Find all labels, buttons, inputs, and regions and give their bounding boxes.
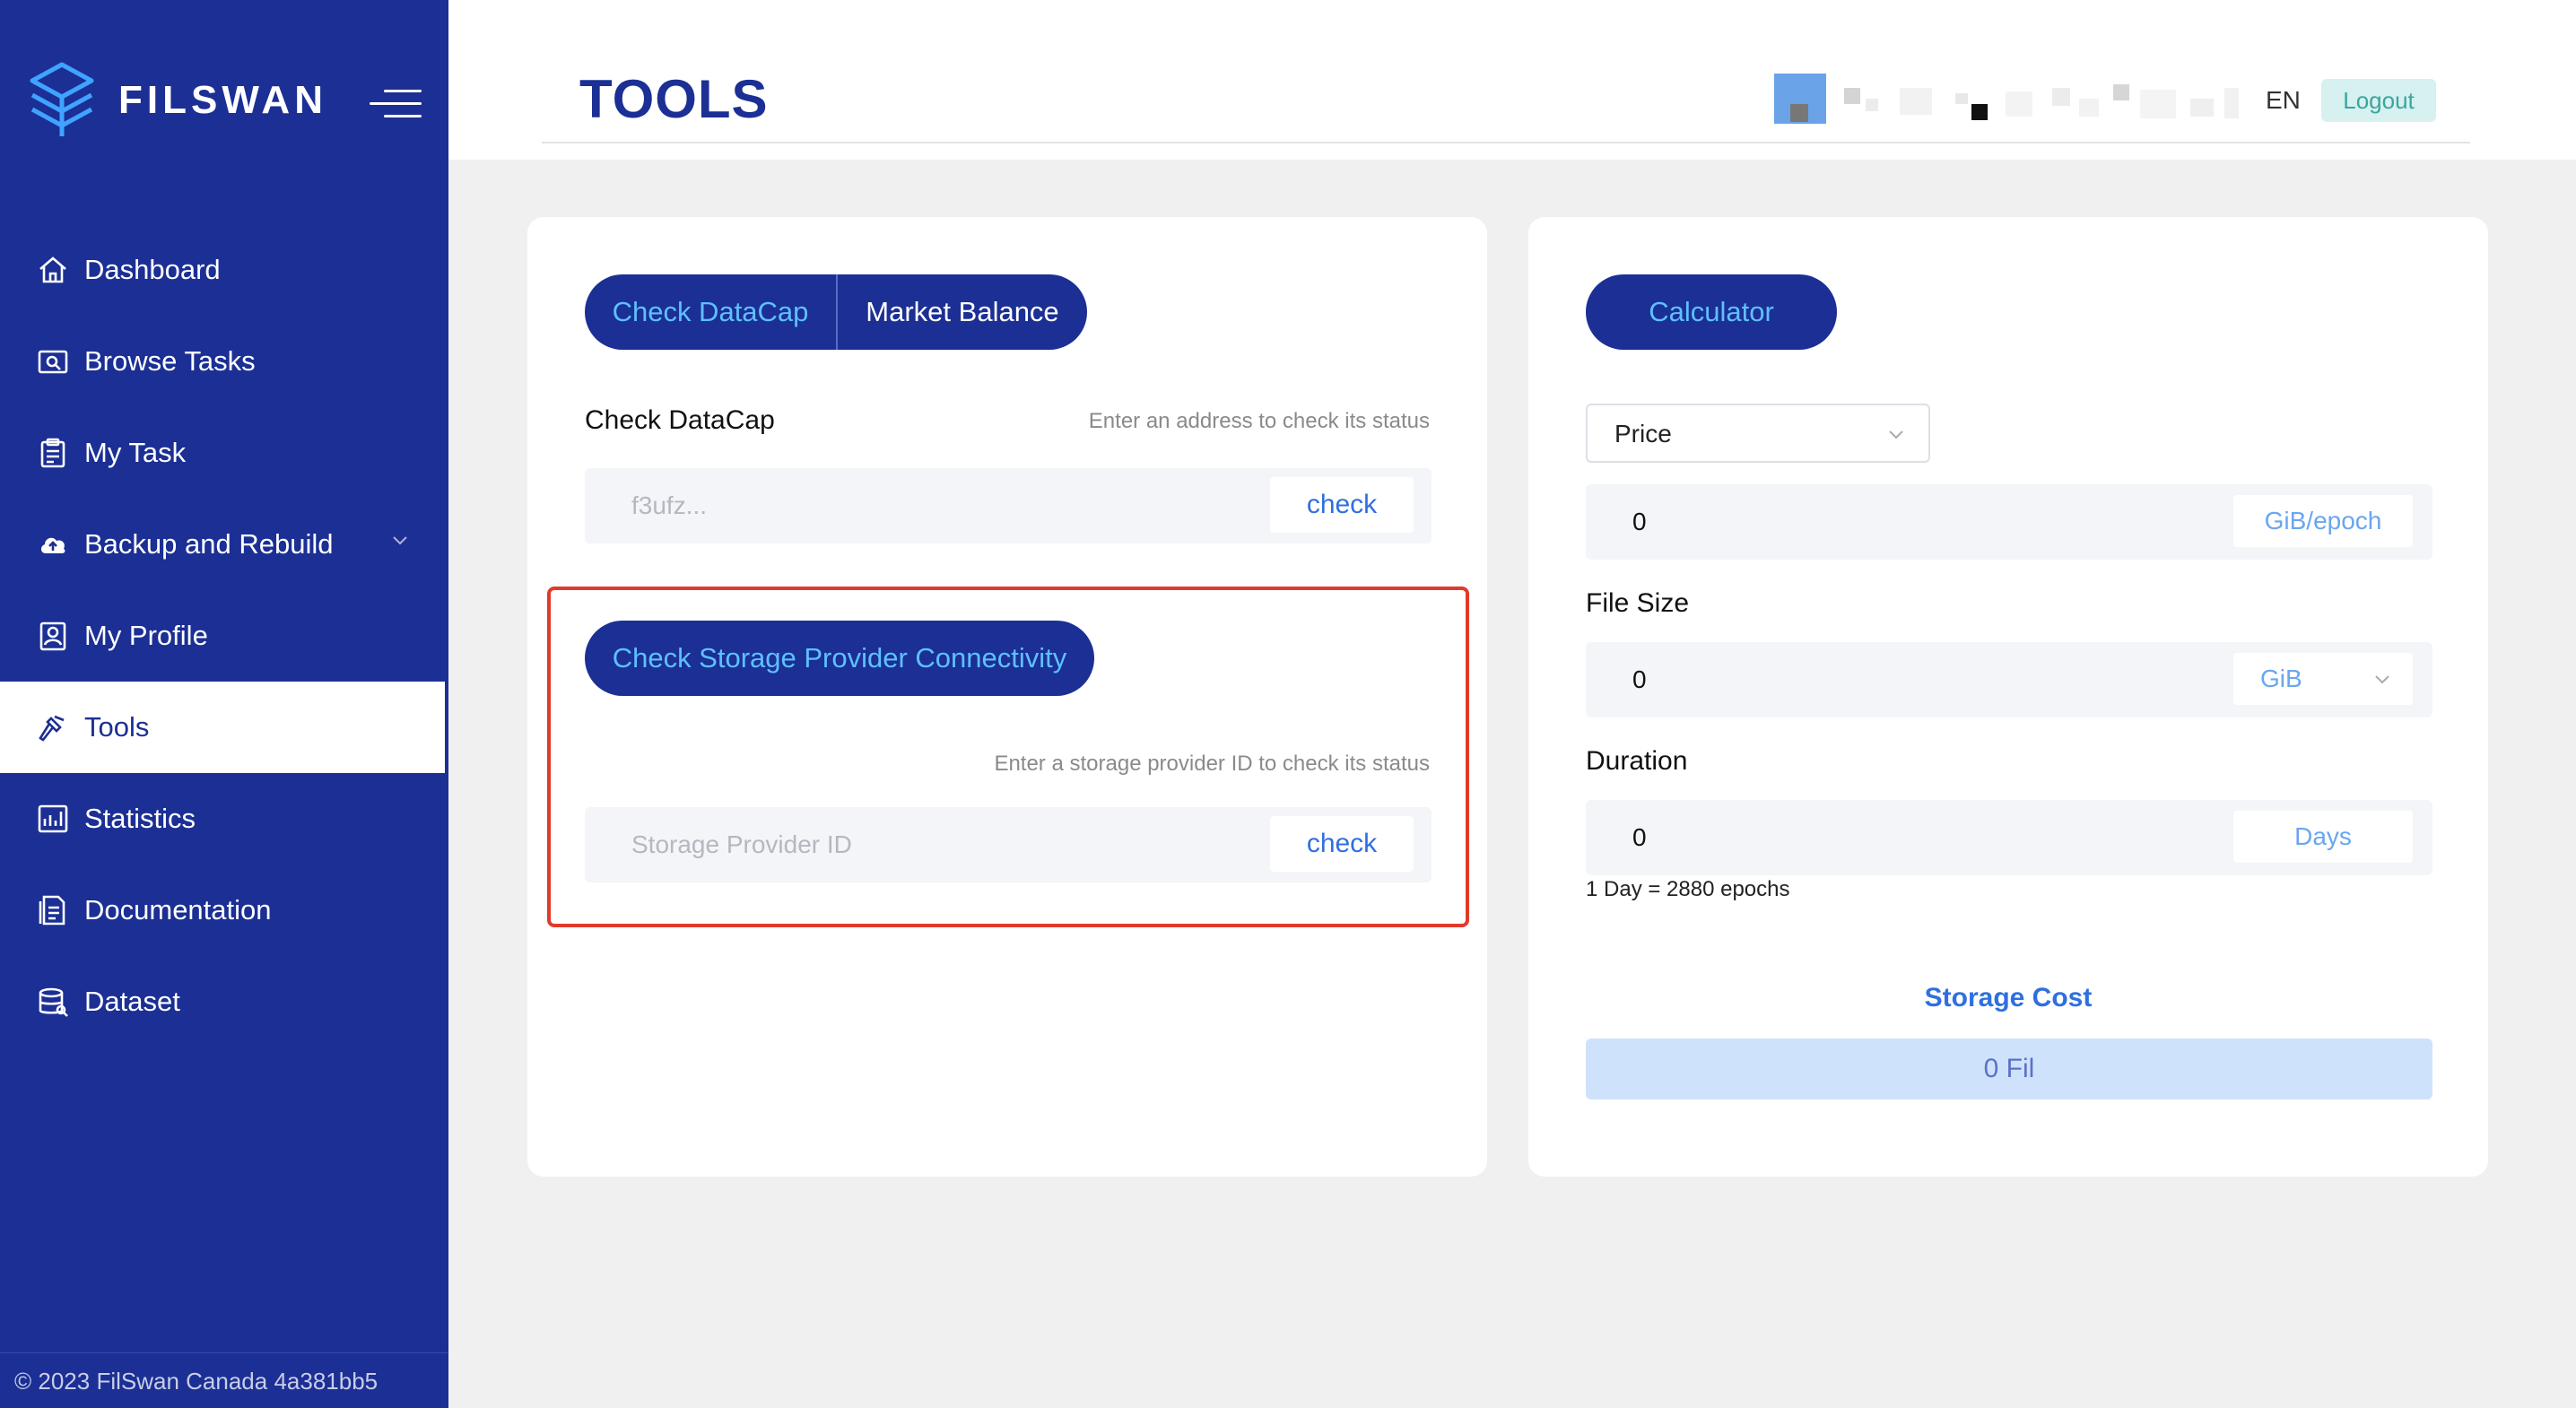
- file-size-value: 0: [1632, 665, 1647, 693]
- cloud-upload-icon: [36, 527, 70, 561]
- file-size-label: File Size: [1586, 588, 1690, 618]
- tab-market-balance[interactable]: Market Balance: [836, 274, 1087, 350]
- tab-calculator[interactable]: Calculator: [1586, 274, 1837, 350]
- storage-provider-id-input[interactable]: Storage Provider ID check: [585, 807, 1432, 882]
- check-connectivity-button[interactable]: Check Storage Provider Connectivity: [585, 621, 1094, 696]
- sidebar: FILSWAN Dashboard Browse Tasks My Task B…: [0, 0, 448, 1408]
- sidebar-item-my-profile[interactable]: My Profile: [0, 590, 448, 682]
- datacap-address-input[interactable]: f3ufz... check: [585, 468, 1432, 543]
- sidebar-item-documentation[interactable]: Documentation: [0, 865, 448, 956]
- chevron-down-icon: [2375, 675, 2389, 684]
- chevron-down-icon: [1889, 430, 1903, 439]
- sidebar-item-label: Tools: [84, 711, 150, 743]
- price-select[interactable]: Price: [1586, 404, 1930, 463]
- storage-cost-value: 0 Fil: [1586, 1039, 2432, 1099]
- calculator-card: Calculator Price 0 GiB/epoch File Size 0…: [1528, 217, 2488, 1177]
- price-unit: GiB/epoch: [2233, 495, 2413, 547]
- clipboard-icon: [36, 436, 70, 470]
- sidebar-item-my-task[interactable]: My Task: [0, 407, 448, 499]
- sidebar-item-label: Backup and Rebuild: [84, 528, 334, 560]
- brand-name: FILSWAN: [118, 78, 327, 122]
- sidebar-item-label: Dataset: [84, 986, 180, 1017]
- browse-icon: [36, 344, 70, 378]
- page-title: TOOLS: [579, 69, 769, 129]
- tab-check-datacap[interactable]: Check DataCap: [585, 274, 836, 350]
- profile-icon: [36, 619, 70, 653]
- avatar[interactable]: [1774, 74, 1826, 124]
- home-icon: [36, 253, 70, 287]
- duration-unit: Days: [2233, 811, 2413, 863]
- storage-cost-label: Storage Cost: [1924, 983, 2093, 1013]
- sidebar-item-statistics[interactable]: Statistics: [0, 773, 448, 865]
- wallet-address-redacted: [1844, 84, 2576, 124]
- connectivity-group: Check Storage Provider Connectivity: [585, 621, 1094, 696]
- sidebar-item-label: Dashboard: [84, 254, 221, 285]
- filswan-logo-icon: [30, 62, 94, 136]
- datacap-hint: Enter an address to check its status: [1088, 409, 1430, 433]
- tools-card: Check DataCap Market Balance Check DataC…: [527, 217, 1487, 1177]
- sidebar-item-label: Browse Tasks: [84, 345, 256, 377]
- datacap-check-button[interactable]: check: [1270, 477, 1414, 533]
- menu-toggle-icon[interactable]: [368, 86, 422, 122]
- price-value: 0: [1632, 508, 1647, 535]
- chart-icon: [36, 802, 70, 836]
- sidebar-item-dataset[interactable]: Dataset: [0, 956, 448, 1047]
- sidebar-nav: Dashboard Browse Tasks My Task Backup an…: [0, 224, 448, 1047]
- header-divider: [542, 142, 2470, 143]
- sidebar-item-label: My Task: [84, 437, 187, 468]
- logout-button[interactable]: Logout: [2321, 79, 2436, 122]
- header: TOOLS EN Logout: [448, 0, 2576, 160]
- provider-check-button[interactable]: check: [1270, 816, 1414, 872]
- duration-value: 0: [1632, 823, 1647, 851]
- file-size-unit-select[interactable]: GiB: [2233, 653, 2413, 705]
- duration-note: 1 Day = 2880 epochs: [1586, 877, 1790, 901]
- datacap-label: Check DataCap: [585, 405, 775, 435]
- language-switch[interactable]: EN: [2266, 86, 2301, 115]
- sidebar-item-tools[interactable]: Tools: [0, 682, 445, 773]
- file-size-unit: GiB: [2260, 665, 2302, 692]
- copyright-footer: © 2023 FilSwan Canada 4a381bb5: [0, 1352, 448, 1408]
- datacap-placeholder: f3ufz...: [631, 491, 708, 519]
- sidebar-item-backup-and-rebuild[interactable]: Backup and Rebuild: [0, 499, 448, 590]
- document-icon: [36, 893, 70, 927]
- filswan-logo[interactable]: FILSWAN: [25, 59, 327, 142]
- sidebar-item-label: My Profile: [84, 620, 208, 651]
- sidebar-item-browse-tasks[interactable]: Browse Tasks: [0, 316, 448, 407]
- tool-tabs: Check DataCap Market Balance: [585, 274, 1087, 350]
- price-select-value: Price: [1614, 420, 1672, 448]
- duration-label: Duration: [1586, 746, 1688, 776]
- duration-input[interactable]: 0 Days: [1586, 800, 2432, 875]
- sidebar-item-label: Documentation: [84, 894, 272, 926]
- hammer-icon: [36, 710, 70, 744]
- provider-id-placeholder: Storage Provider ID: [631, 830, 852, 858]
- sidebar-item-dashboard[interactable]: Dashboard: [0, 224, 448, 316]
- database-icon: [36, 985, 70, 1019]
- chevron-down-icon[interactable]: [391, 531, 409, 549]
- connectivity-hint: Enter a storage provider ID to check its…: [994, 752, 1430, 776]
- price-input[interactable]: 0 GiB/epoch: [1586, 484, 2432, 560]
- sidebar-item-label: Statistics: [84, 803, 196, 834]
- calculator-tab-group: Calculator: [1586, 274, 1837, 350]
- file-size-input[interactable]: 0 GiB: [1586, 642, 2432, 717]
